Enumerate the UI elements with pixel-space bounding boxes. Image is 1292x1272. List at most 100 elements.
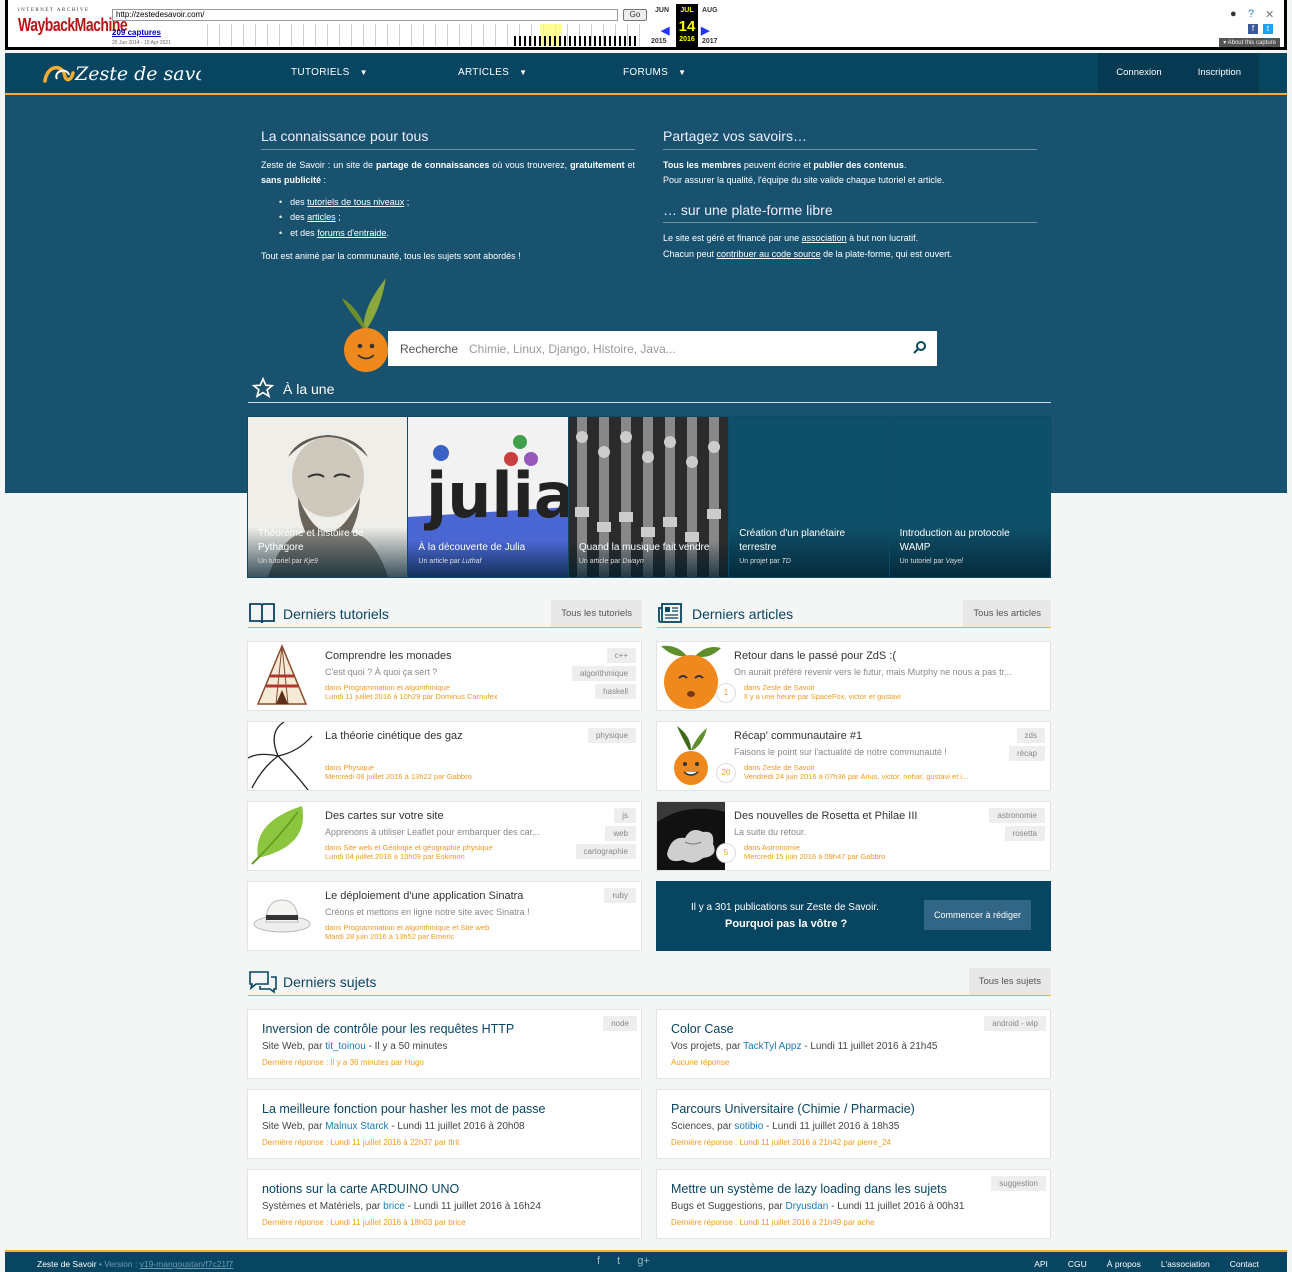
topic-title[interactable]: Inversion de contrôle pour les requêtes … bbox=[262, 1022, 514, 1036]
topic-last-reply[interactable]: Dernière réponse : Lundi 11 juillet 2016… bbox=[671, 1138, 891, 1147]
wayback-prev-year[interactable]: 2015 bbox=[651, 38, 667, 45]
tutorial-title[interactable]: Comprendre les monades bbox=[325, 650, 452, 662]
wayback-prev-month[interactable]: JUN bbox=[655, 7, 669, 14]
topic-last-reply[interactable]: Dernière réponse : Lundi 11 juillet 2016… bbox=[671, 1218, 875, 1227]
footer-link-about[interactable]: À propos bbox=[1107, 1259, 1141, 1269]
tutorial-card[interactable]: Le déploiement d'une application Sinatra… bbox=[247, 881, 642, 951]
article-card[interactable]: 1 Retour dans le passé pour ZdS :( On au… bbox=[656, 641, 1051, 711]
topic-author[interactable]: sotibio bbox=[734, 1121, 763, 1132]
tag[interactable]: node bbox=[603, 1016, 637, 1031]
footer-link-api[interactable]: API bbox=[1034, 1259, 1048, 1269]
link-tutoriels[interactable]: tutoriels de tous niveaux bbox=[307, 197, 404, 207]
footer-link-association[interactable]: L'association bbox=[1161, 1259, 1210, 1269]
tutorial-category[interactable]: dans Programmation et algorithmique bbox=[325, 683, 450, 692]
tag[interactable]: cartographie bbox=[575, 844, 636, 859]
search-bar[interactable]: Recherche Chimie, Linux, Django, Histoir… bbox=[388, 331, 937, 366]
topic-author[interactable]: tit_toinou bbox=[325, 1041, 366, 1052]
wayback-next-year[interactable]: 2017 bbox=[702, 38, 718, 45]
footer-link-cgu[interactable]: CGU bbox=[1068, 1259, 1087, 1269]
comment-count-badge[interactable]: 5 bbox=[716, 843, 736, 863]
tag[interactable]: algorithmique bbox=[571, 666, 636, 681]
topic-title[interactable]: Color Case bbox=[671, 1022, 734, 1036]
nav-forums[interactable]: FORUMS ▼ bbox=[623, 67, 686, 78]
twitter-icon[interactable]: t bbox=[1263, 24, 1273, 34]
article-title[interactable]: Récap' communautaire #1 bbox=[734, 730, 862, 742]
featured-item[interactable]: Création d'un planétaire terrestre Un pr… bbox=[729, 417, 890, 577]
tutorial-category[interactable]: dans Physique bbox=[325, 763, 374, 772]
article-title[interactable]: Des nouvelles de Rosetta et Philae III bbox=[734, 810, 917, 822]
topic-card[interactable]: notions sur la carte ARDUINO UNO Système… bbox=[247, 1169, 642, 1239]
tutorial-card[interactable]: Comprendre les monades C'est quoi ? À qu… bbox=[247, 641, 642, 711]
tag[interactable]: rosetta bbox=[1004, 826, 1045, 841]
featured-item[interactable]: Introduction au protocole WAMP Un tutori… bbox=[889, 417, 1051, 577]
wayback-histogram[interactable] bbox=[514, 36, 638, 46]
tag[interactable]: astronomie bbox=[989, 808, 1045, 823]
tutorial-card[interactable]: La théorie cinétique des gaz dans Physiq… bbox=[247, 721, 642, 791]
topic-last-reply[interactable]: Dernière réponse : Lundi 11 juillet 2016… bbox=[262, 1218, 466, 1227]
link-forums[interactable]: forums d'entraide bbox=[317, 228, 386, 238]
tag[interactable]: android - wip bbox=[984, 1016, 1046, 1031]
article-card[interactable]: 5 Des nouvelles de Rosetta et Philae III… bbox=[656, 801, 1051, 871]
tag[interactable]: zds bbox=[1016, 728, 1045, 743]
comment-count-badge[interactable]: 20 bbox=[716, 763, 736, 783]
footer-link-contact[interactable]: Contact bbox=[1230, 1259, 1259, 1269]
tag[interactable]: c++ bbox=[606, 648, 636, 663]
user-icon[interactable]: ● bbox=[1230, 8, 1237, 20]
link-source-code[interactable]: contribuer au code source bbox=[717, 249, 821, 259]
topic-author[interactable]: TackTyl Appz bbox=[743, 1041, 801, 1052]
article-category[interactable]: dans Astronomie bbox=[744, 843, 800, 852]
tutorial-title[interactable]: Des cartes sur votre site bbox=[325, 810, 444, 822]
topic-author[interactable]: Dryusdan bbox=[786, 1201, 829, 1212]
tutorial-category[interactable]: dans Site web et Géologie et géographie … bbox=[325, 843, 493, 852]
topic-last-reply[interactable]: Dernière réponse : Il y a 36 minutes par… bbox=[262, 1058, 424, 1067]
article-title[interactable]: Retour dans le passé pour ZdS :( bbox=[734, 650, 896, 662]
topic-author[interactable]: Malnux Starck bbox=[325, 1121, 388, 1132]
topic-card[interactable]: Mettre un système de lazy loading dans l… bbox=[656, 1169, 1051, 1239]
search-input[interactable]: Chimie, Linux, Django, Histoire, Java... bbox=[469, 342, 676, 356]
link-association[interactable]: association bbox=[802, 233, 847, 243]
wayback-url-input[interactable]: http://zestedesavoir.com/ bbox=[112, 9, 618, 21]
prev-arrow-icon[interactable]: ◀ bbox=[661, 24, 669, 37]
tag[interactable]: haskell bbox=[595, 684, 636, 699]
topic-title[interactable]: Mettre un système de lazy loading dans l… bbox=[671, 1182, 947, 1196]
tutorial-title[interactable]: La théorie cinétique des gaz bbox=[325, 730, 463, 742]
topic-last-reply[interactable]: Dernière réponse : Lundi 11 juillet 2016… bbox=[262, 1138, 459, 1147]
article-category[interactable]: dans Zeste de Savoir bbox=[744, 763, 815, 772]
topic-author[interactable]: brice bbox=[383, 1201, 405, 1212]
article-card[interactable]: 20 Récap' communautaire #1 Faisons le po… bbox=[656, 721, 1051, 791]
google-plus-icon[interactable]: g+ bbox=[637, 1255, 650, 1267]
tag[interactable]: ruby bbox=[604, 888, 636, 903]
site-logo[interactable]: Zeste de savoir bbox=[41, 59, 224, 95]
search-icon[interactable] bbox=[913, 340, 927, 357]
all-topics-button[interactable]: Tous les sujets bbox=[968, 968, 1051, 995]
tag[interactable]: js bbox=[614, 808, 636, 823]
topic-card[interactable]: Inversion de contrôle pour les requêtes … bbox=[247, 1009, 642, 1079]
tutorial-card[interactable]: Des cartes sur votre site Apprenons à ut… bbox=[247, 801, 642, 871]
tag[interactable]: récap bbox=[1008, 746, 1045, 761]
next-arrow-icon[interactable]: ▶ bbox=[701, 24, 709, 37]
signup-button[interactable]: Inscription bbox=[1180, 53, 1259, 93]
facebook-icon[interactable]: f bbox=[1248, 24, 1258, 34]
tutorial-title[interactable]: Le déploiement d'une application Sinatra bbox=[325, 890, 523, 902]
comment-count-badge[interactable]: 1 bbox=[716, 683, 736, 703]
nav-tutoriels[interactable]: TUTORIELS ▼ bbox=[291, 67, 368, 78]
wayback-logo[interactable]: INTERNET ARCHIVE WaybackMachine bbox=[18, 8, 128, 35]
wayback-next-month[interactable]: AUG bbox=[702, 7, 718, 14]
article-category[interactable]: dans Zeste de Savoir bbox=[744, 683, 815, 692]
twitter-icon[interactable]: t bbox=[617, 1255, 620, 1267]
facebook-icon[interactable]: f bbox=[597, 1255, 600, 1267]
featured-item[interactable]: Quand la musique fait vendre Un article … bbox=[568, 417, 730, 577]
tag[interactable]: suggestion bbox=[991, 1176, 1046, 1191]
tutorial-category[interactable]: dans Programmation et algorithmique et S… bbox=[325, 923, 489, 932]
wayback-go-button[interactable]: Go bbox=[623, 9, 647, 21]
start-writing-button[interactable]: Commencer à rédiger bbox=[923, 900, 1031, 930]
tag[interactable]: web bbox=[605, 826, 636, 841]
wayback-captures-link[interactable]: 209 captures bbox=[112, 28, 161, 37]
footer-version-link[interactable]: v19-mangoustan/f7c21f7 bbox=[140, 1259, 234, 1269]
close-icon[interactable]: ✕ bbox=[1265, 8, 1274, 21]
topic-title[interactable]: notions sur la carte ARDUINO UNO bbox=[262, 1182, 459, 1196]
all-articles-button[interactable]: Tous les articles bbox=[963, 600, 1051, 627]
all-tutorials-button[interactable]: Tous les tutoriels bbox=[551, 600, 642, 627]
featured-item[interactable]: Théorème et histoire de Pythagore Un tut… bbox=[248, 417, 409, 577]
topic-card[interactable]: Color Case Vos projets, par TackTyl Appz… bbox=[656, 1009, 1051, 1079]
